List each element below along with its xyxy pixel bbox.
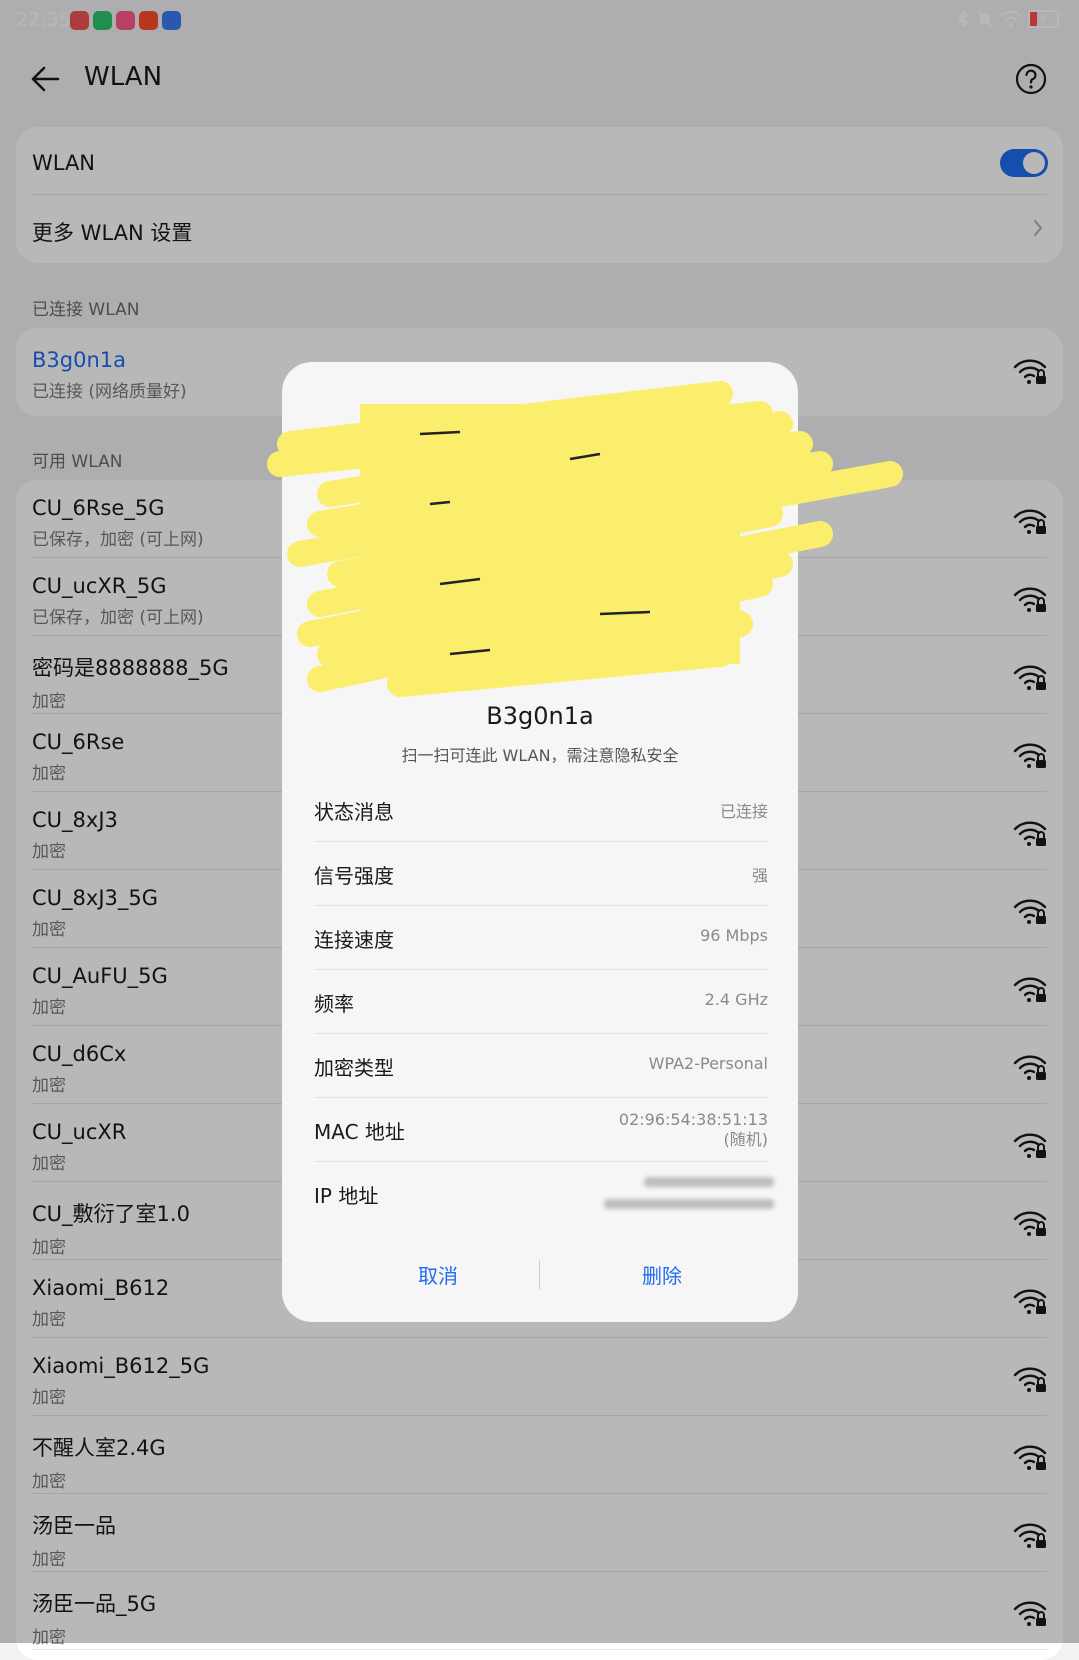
info-value: 强 xyxy=(751,866,768,885)
info-label: 加密类型 xyxy=(314,1056,394,1080)
info-row: 连接速度 96 Mbps xyxy=(314,906,768,970)
info-label: MAC 地址 xyxy=(314,1120,405,1144)
info-row: 加密类型 WPA2-Personal xyxy=(314,1034,768,1098)
info-row-mac: MAC 地址 02:96:54:38:51:13 (随机) xyxy=(314,1098,768,1162)
info-value: 02:96:54:38:51:13 (随机) xyxy=(619,1110,768,1150)
info-label: 状态消息 xyxy=(314,800,394,824)
info-row-ip: IP 地址 xyxy=(314,1162,774,1226)
delete-button[interactable]: 删除 xyxy=(552,1260,772,1289)
info-label: 连接速度 xyxy=(314,928,394,952)
network-details-dialog: B3g0n1a 扫一扫可连此 WLAN，需注意隐私安全 状态消息 已连接 信号强… xyxy=(267,362,903,1322)
mac-random-note: (随机) xyxy=(723,1130,769,1149)
qr-code-scribbled xyxy=(267,381,903,697)
info-label: IP 地址 xyxy=(314,1184,379,1208)
info-value: 96 Mbps xyxy=(700,926,768,945)
info-row: 频率 2.4 GHz xyxy=(314,970,768,1034)
cancel-button[interactable]: 取消 xyxy=(328,1260,548,1289)
button-divider xyxy=(539,1260,540,1290)
dialog-hint: 扫一扫可连此 WLAN，需注意隐私安全 xyxy=(401,746,679,765)
info-value: 2.4 GHz xyxy=(704,990,768,1009)
divider xyxy=(32,1649,1047,1650)
info-row: 状态消息 已连接 xyxy=(314,778,768,842)
mac-address: 02:96:54:38:51:13 xyxy=(618,1110,768,1129)
info-row: 信号强度 强 xyxy=(314,842,768,906)
dialog-network-name: B3g0n1a xyxy=(486,702,594,730)
info-label: 信号强度 xyxy=(314,864,394,888)
info-value: 已连接 xyxy=(719,802,768,821)
info-label: 频率 xyxy=(314,992,354,1016)
info-value: WPA2-Personal xyxy=(648,1054,768,1073)
scribble-redaction xyxy=(267,381,903,697)
